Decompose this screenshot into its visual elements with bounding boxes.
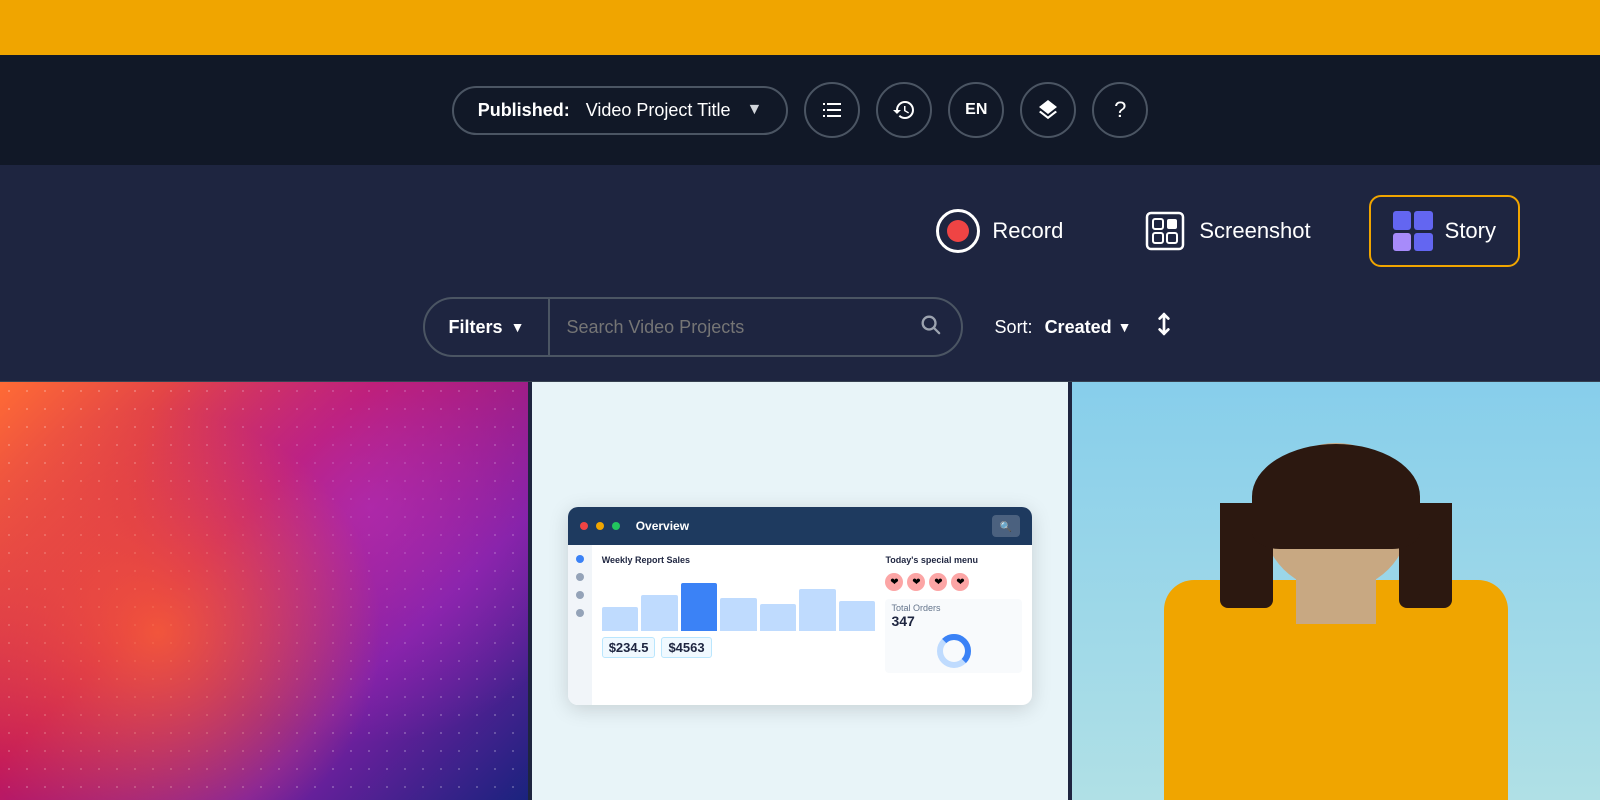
stat-value-2: $4563 bbox=[668, 640, 704, 655]
main-area: Record Screenshot S bbox=[0, 165, 1600, 800]
sort-chevron-icon: ▼ bbox=[1118, 319, 1132, 335]
filters-chevron-icon: ▼ bbox=[511, 319, 525, 335]
history-icon bbox=[892, 98, 916, 122]
project-title-dropdown[interactable]: Published: Video Project Title ▼ bbox=[452, 86, 789, 135]
thumbnail-person-image bbox=[1072, 382, 1600, 800]
sort-order-icon bbox=[1151, 311, 1177, 337]
thumbnail-person[interactable] bbox=[1072, 382, 1600, 800]
sort-section: Sort: Created ▼ bbox=[995, 311, 1178, 343]
sort-value: Created bbox=[1045, 317, 1112, 338]
dashboard-title: Overview bbox=[636, 519, 689, 533]
checklist-button[interactable] bbox=[804, 82, 860, 138]
dropdown-chevron-icon: ▼ bbox=[746, 101, 762, 119]
record-button[interactable]: Record bbox=[914, 195, 1085, 267]
record-dot bbox=[947, 220, 969, 242]
screenshot-label: Screenshot bbox=[1199, 218, 1310, 244]
sort-dropdown-button[interactable]: Created ▼ bbox=[1045, 317, 1132, 338]
layers-button[interactable] bbox=[1020, 82, 1076, 138]
checklist-icon bbox=[820, 98, 844, 122]
thumbnail-abstract[interactable] bbox=[0, 382, 528, 800]
help-button[interactable]: ? bbox=[1092, 82, 1148, 138]
history-button[interactable] bbox=[876, 82, 932, 138]
record-icon bbox=[936, 209, 980, 253]
search-row: Filters ▼ Sort: Created ▼ bbox=[0, 287, 1600, 381]
search-icon bbox=[919, 313, 941, 335]
filters-button[interactable]: Filters ▼ bbox=[425, 299, 551, 355]
published-label: Published: bbox=[478, 100, 570, 121]
dots-overlay bbox=[0, 382, 528, 800]
search-input[interactable] bbox=[550, 317, 898, 338]
screenshot-button[interactable]: Screenshot bbox=[1121, 195, 1332, 267]
menu-title: Today's special menu bbox=[885, 555, 1022, 565]
story-label: Story bbox=[1445, 218, 1496, 244]
search-button[interactable] bbox=[899, 313, 961, 341]
header-bar: Published: Video Project Title ▼ EN ? bbox=[0, 55, 1600, 165]
help-label: ? bbox=[1114, 97, 1126, 123]
screenshot-icon bbox=[1143, 209, 1187, 253]
top-bar bbox=[0, 0, 1600, 55]
thumbnail-dashboard-image: Overview 🔍 bbox=[536, 382, 1064, 800]
stat-value-3: 347 bbox=[891, 613, 1016, 629]
action-row: Record Screenshot S bbox=[0, 165, 1600, 287]
filter-search-container: Filters ▼ bbox=[423, 297, 963, 357]
layers-icon bbox=[1036, 98, 1060, 122]
project-title: Video Project Title bbox=[586, 100, 731, 121]
language-button[interactable]: EN bbox=[948, 82, 1004, 138]
story-button[interactable]: Story bbox=[1369, 195, 1520, 267]
story-icon bbox=[1393, 211, 1433, 251]
stat-value-1: $234.5 bbox=[609, 640, 649, 655]
sort-label: Sort: bbox=[995, 317, 1033, 338]
language-label: EN bbox=[965, 101, 987, 119]
filters-label: Filters bbox=[449, 317, 503, 338]
thumbnails-row: Overview 🔍 bbox=[0, 382, 1600, 800]
record-label: Record bbox=[992, 218, 1063, 244]
sort-order-button[interactable] bbox=[1151, 311, 1177, 343]
thumbnail-abstract-image bbox=[0, 382, 528, 800]
thumbnail-dashboard[interactable]: Overview 🔍 bbox=[532, 382, 1068, 800]
